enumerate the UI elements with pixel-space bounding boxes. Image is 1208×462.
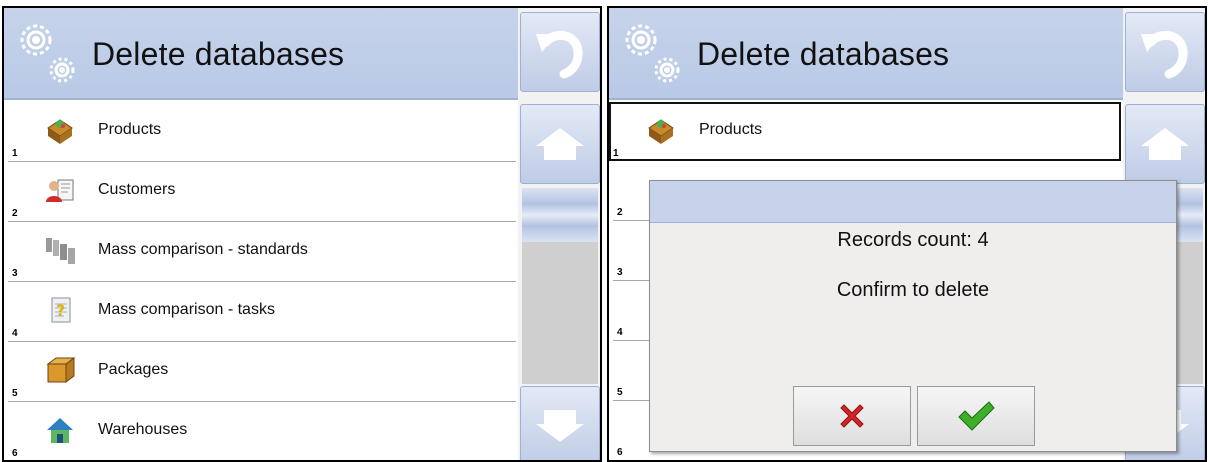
header: Delete databases	[609, 8, 1123, 100]
list-item-warehouses[interactable]: Warehouses 6	[8, 402, 516, 460]
confirm-message: Confirm to delete	[836, 279, 990, 301]
green-check-icon	[958, 401, 995, 431]
list-item-packages[interactable]: Packages 5	[8, 342, 516, 402]
warehouse-icon	[47, 418, 73, 443]
list-item-label: Packages	[98, 361, 169, 378]
customers-icon	[46, 179, 74, 202]
list-item-label: Customers	[98, 181, 176, 198]
list-item-label: Products	[98, 121, 162, 138]
back-arrow-icon	[1141, 30, 1188, 79]
scroll-up-button[interactable]	[1125, 104, 1205, 184]
products-icon	[47, 119, 73, 144]
list-item-number: 5	[617, 387, 623, 398]
dialog-title-bar	[650, 181, 1176, 223]
confirm-delete-dialog: Records count: 4 Confirm to delete	[649, 180, 1177, 452]
list-item-number: 1	[12, 148, 18, 159]
list-item-number: 2	[12, 208, 18, 219]
list-item-products[interactable]: Products 1	[8, 102, 516, 162]
right-screen: Delete databases Products 1 2 3 4 5 6 Re…	[607, 6, 1207, 462]
list-item-number: 5	[12, 388, 18, 399]
standards-icon	[46, 238, 75, 264]
back-button[interactable]	[1125, 12, 1205, 92]
scrollbar-thumb[interactable]	[522, 188, 598, 242]
settings-gears-icon	[625, 24, 680, 83]
database-list: Products 1 Customers 2 Mass comparison -…	[4, 102, 518, 460]
list-item-number: 6	[12, 448, 18, 459]
arrow-up-icon	[1141, 128, 1189, 160]
left-screen: Delete databases Products 1 Customers 2	[2, 6, 602, 462]
arrow-down-icon	[536, 410, 584, 442]
back-button[interactable]	[520, 12, 600, 92]
list-item-customers[interactable]: Customers 2	[8, 162, 516, 222]
list-item-number: 1	[613, 148, 619, 159]
products-icon	[648, 119, 674, 144]
tasks-icon: ?	[51, 297, 71, 323]
list-item-mass-comparison-standards[interactable]: Mass comparison - standards 3	[8, 222, 516, 282]
list-item-number: 4	[12, 328, 18, 339]
confirm-button[interactable]	[917, 386, 1035, 446]
list-item-products-selected[interactable]: Products 1	[609, 102, 1121, 161]
list-item-number: 3	[12, 268, 18, 279]
list-item-number: 3	[617, 267, 623, 278]
arrow-up-icon	[536, 128, 584, 160]
list-item-label: Mass comparison - standards	[98, 241, 308, 258]
page-title: Delete databases	[697, 36, 950, 72]
list-item-label: Products	[699, 121, 763, 138]
svg-text:?: ?	[56, 301, 65, 320]
package-icon	[46, 357, 76, 383]
settings-gears-icon	[20, 24, 75, 83]
list-item-mass-comparison-tasks[interactable]: ? Mass comparison - tasks 4	[8, 282, 516, 342]
records-count-text: Records count: 4	[837, 229, 989, 251]
scroll-down-button[interactable]	[520, 386, 600, 460]
back-arrow-icon	[536, 30, 583, 79]
list-item-number: 6	[617, 447, 623, 458]
list-item-label: Mass comparison - tasks	[98, 301, 275, 318]
list-item-number: 4	[617, 327, 623, 338]
side-button-column	[518, 8, 600, 460]
red-x-icon	[840, 404, 864, 428]
scroll-up-button[interactable]	[520, 104, 600, 184]
page-title: Delete databases	[92, 36, 345, 72]
cancel-button[interactable]	[793, 386, 911, 446]
header: Delete databases	[4, 8, 518, 100]
list-item-number: 2	[617, 207, 623, 218]
list-item-label: Warehouses	[98, 421, 188, 438]
scrollbar[interactable]	[522, 188, 598, 384]
